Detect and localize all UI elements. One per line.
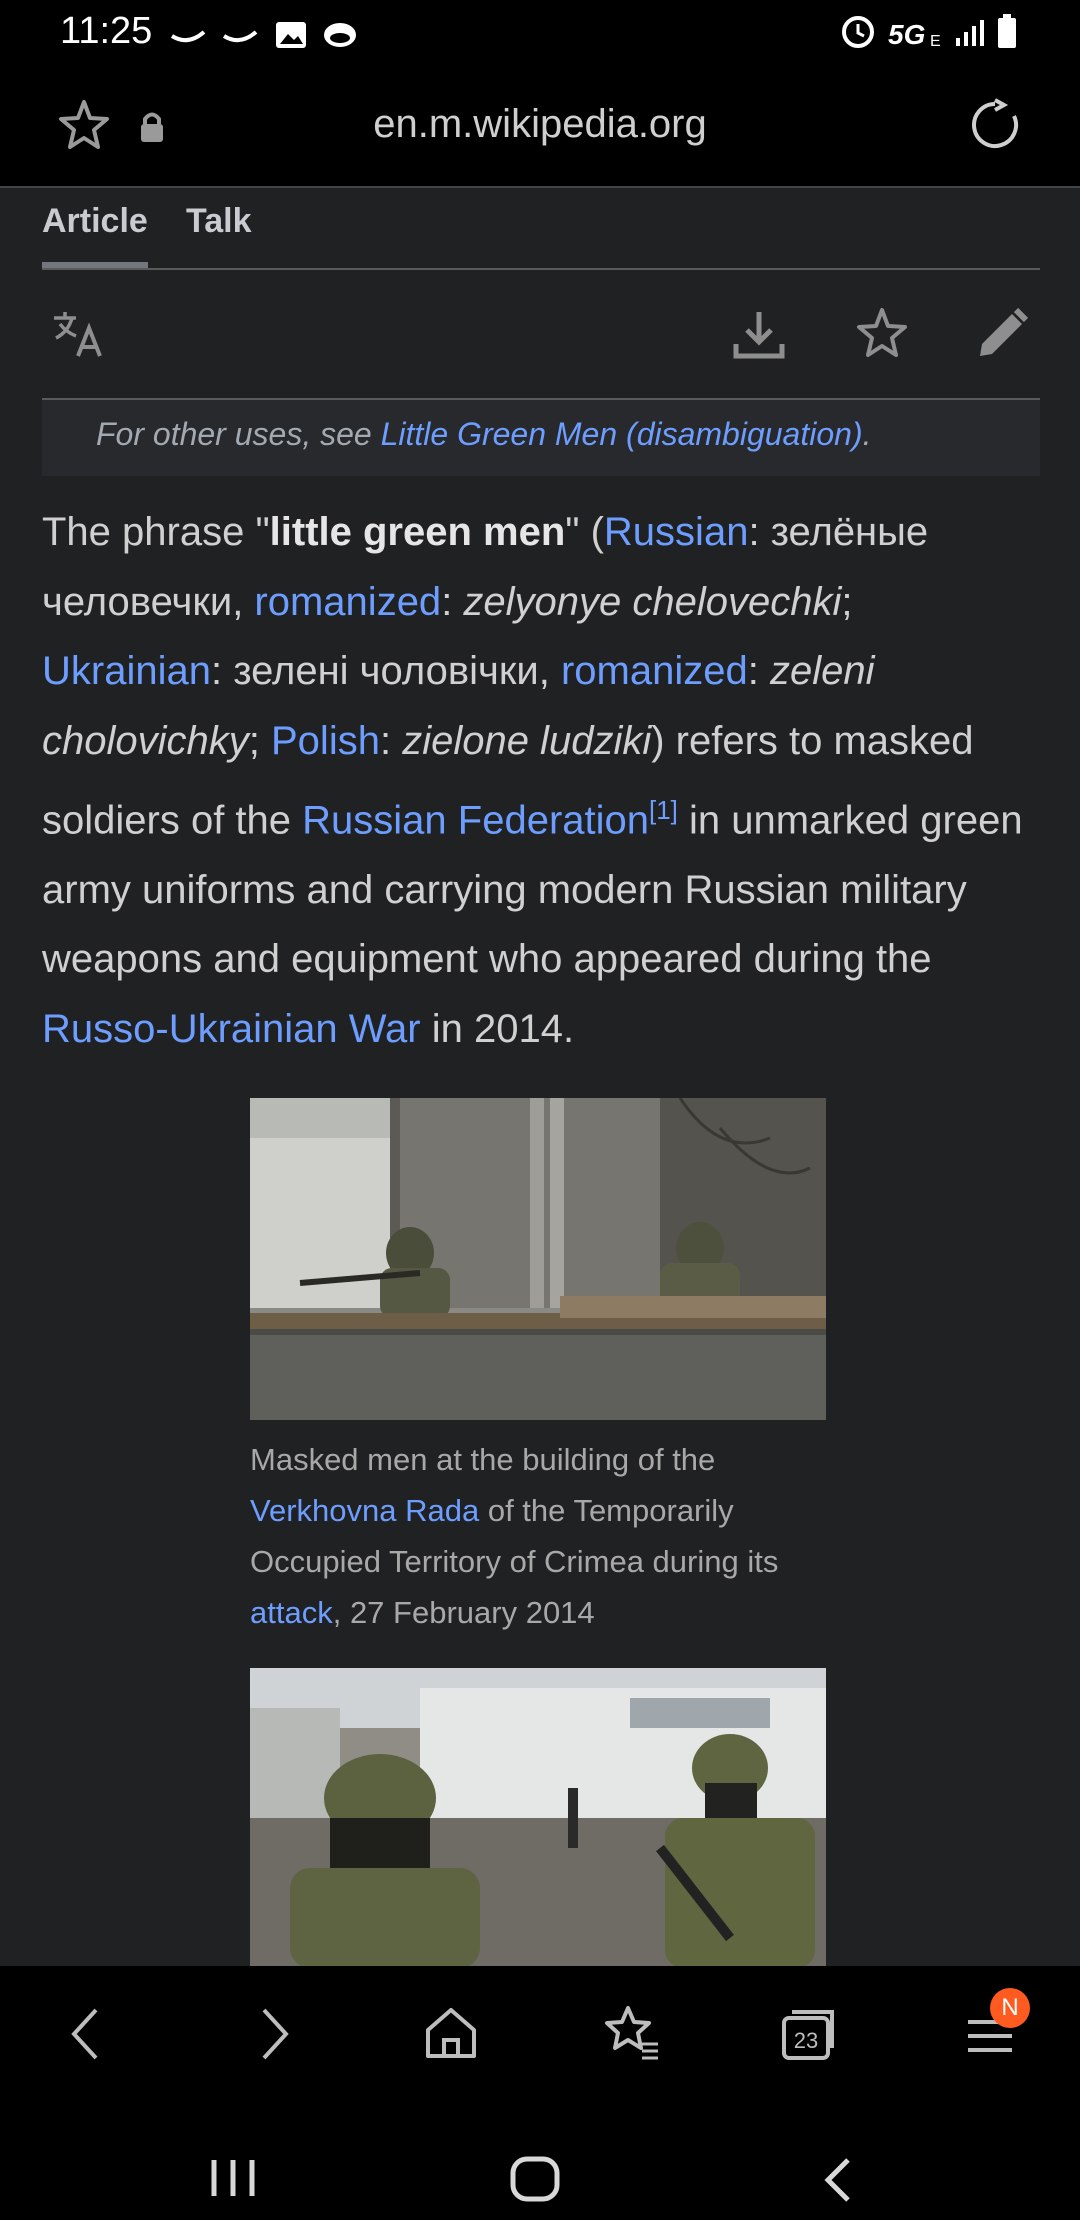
- link-polish[interactable]: Polish: [271, 719, 380, 763]
- notification-icons: [170, 22, 356, 48]
- text: Masked men at the building of the: [250, 1442, 716, 1477]
- italic-text: zielone ludziki: [402, 718, 652, 763]
- tab-talk[interactable]: Talk: [186, 202, 252, 241]
- watch-star-icon[interactable]: [854, 306, 910, 362]
- link-russian-federation[interactable]: Russian Federation: [302, 798, 649, 842]
- text: ;: [248, 718, 271, 763]
- tab-active-indicator: [42, 262, 148, 268]
- text: :: [379, 718, 403, 763]
- link-verkhovna-rada[interactable]: Verkhovna Rada: [250, 1493, 479, 1528]
- text: " (: [565, 510, 604, 554]
- hatnote-prefix: For other uses, see: [96, 416, 381, 452]
- link-russian[interactable]: Russian: [604, 510, 749, 554]
- page-actions: [42, 270, 1040, 400]
- figure-image-2[interactable]: [250, 1668, 826, 1966]
- recents-icon[interactable]: [210, 2158, 256, 2198]
- figure-caption-1: Masked men at the building of the Verkho…: [250, 1434, 850, 1638]
- forward-icon[interactable]: [254, 2006, 294, 2062]
- text: :: [441, 579, 464, 624]
- article-tabs: Article Talk: [42, 188, 1040, 270]
- link-romanized[interactable]: romanized: [561, 649, 748, 693]
- tabs-count: 23: [794, 2028, 818, 2053]
- status-bar: 11:25 5G E: [0, 0, 1080, 66]
- edit-pencil-icon[interactable]: [974, 306, 1030, 362]
- reload-icon[interactable]: [968, 98, 1022, 152]
- hatnote-text: For other uses, see Little Green Men (di…: [96, 416, 871, 453]
- system-nav-bar: [0, 2096, 1080, 2220]
- browser-bottom-nav: 23 N: [0, 1966, 1080, 2096]
- home-button-icon[interactable]: [510, 2156, 560, 2202]
- italic-text: zelyonye chelovechki: [463, 579, 842, 624]
- sys-back-icon[interactable]: [822, 2158, 852, 2202]
- tab-article[interactable]: Article: [42, 202, 148, 241]
- text: ;: [841, 579, 853, 624]
- lead-paragraph: The phrase "little green men" (Russian : …: [42, 498, 1042, 1064]
- text: The phrase ": [42, 510, 270, 554]
- link-romanized[interactable]: romanized: [254, 580, 441, 624]
- svg-text:E: E: [930, 33, 941, 50]
- translate-icon[interactable]: [52, 310, 108, 360]
- status-time: 11:25: [60, 10, 153, 52]
- figure-image-1[interactable]: [250, 1098, 826, 1420]
- home-icon[interactable]: [424, 2006, 478, 2060]
- network-label: 5G: [888, 19, 925, 50]
- hatnote-suffix: .: [862, 416, 872, 452]
- bold-term: little green men: [269, 510, 566, 554]
- hatnote: For other uses, see Little Green Men (di…: [42, 400, 1040, 476]
- text: :: [747, 649, 770, 693]
- tabs-icon[interactable]: 23: [780, 2004, 840, 2062]
- text: , 27 February 2014: [332, 1595, 595, 1630]
- status-icons: 5G E: [842, 14, 1016, 50]
- link-russo-ukrainian-war[interactable]: Russo-Ukrainian War: [42, 1007, 421, 1051]
- link-attack[interactable]: attack: [250, 1595, 333, 1630]
- text: : зелені чоловічки,: [210, 649, 561, 693]
- download-icon[interactable]: [732, 308, 786, 362]
- link-ukrainian[interactable]: Ukrainian: [42, 649, 211, 693]
- url-text[interactable]: en.m.wikipedia.org: [0, 102, 1080, 147]
- bookmarks-icon[interactable]: [602, 2004, 662, 2062]
- back-icon[interactable]: [66, 2006, 106, 2062]
- reference-link[interactable]: [1]: [649, 795, 678, 825]
- disambiguation-link[interactable]: Little Green Men (disambiguation): [381, 416, 863, 452]
- url-bar: en.m.wikipedia.org: [0, 66, 1080, 188]
- text: in 2014.: [420, 1006, 575, 1051]
- menu-notification-badge: N: [990, 1988, 1030, 2028]
- page-content: Article Talk For other uses, see Little …: [0, 188, 1080, 1966]
